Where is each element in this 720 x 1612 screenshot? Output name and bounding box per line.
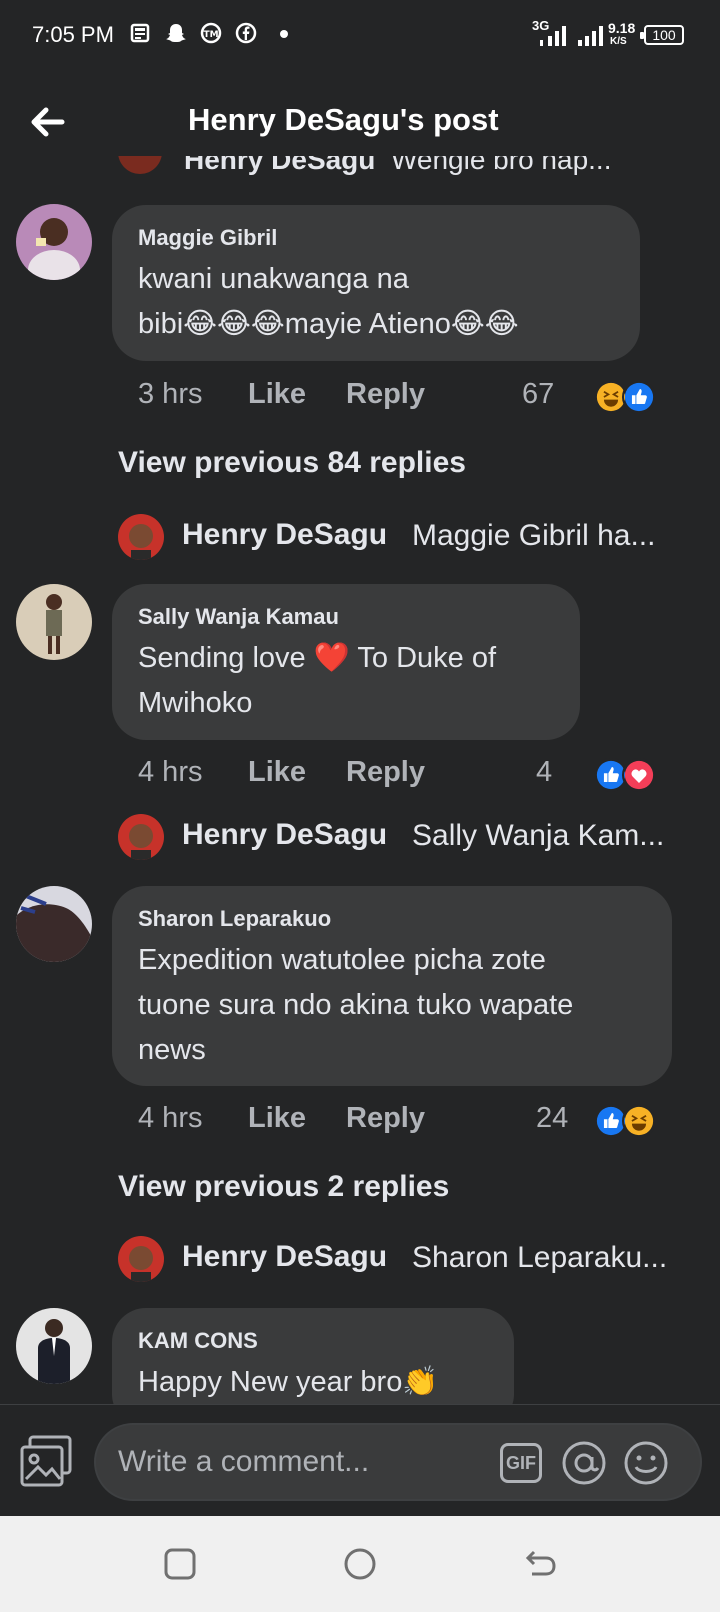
reply-preview[interactable]: Henry DeSagu Sally Wanja Kam... — [118, 814, 698, 862]
reply-text: Sharon Leparaku... — [412, 1241, 668, 1274]
home-icon[interactable] — [340, 1544, 380, 1584]
like-button[interactable]: Like — [248, 1102, 306, 1135]
comment-text: Happy New year bro👏 — [138, 1366, 439, 1398]
reply-author: Henry DeSagu — [182, 818, 388, 851]
svg-text:TM: TM — [203, 30, 218, 40]
reaction-count[interactable]: 67 — [522, 378, 554, 411]
reply-button[interactable]: Reply — [346, 756, 425, 789]
reply-author: Henry DeSagu Wengie bro hap... — [184, 156, 612, 175]
view-previous-replies[interactable]: View previous 84 replies — [118, 446, 466, 480]
news-icon — [130, 23, 150, 43]
snapchat-icon — [166, 24, 186, 42]
comment-text: Sending love ❤️ To Duke of Mwihoko — [138, 642, 497, 719]
comment-bubble[interactable]: Sally Wanja Kamau Sending love ❤️ To Duk… — [112, 584, 580, 740]
comment-bubble[interactable]: Maggie Gibril kwani unakwanga na bibi😂😂😂… — [112, 205, 640, 361]
reply-author: Henry DeSagu — [182, 1240, 388, 1273]
like-button[interactable]: Like — [248, 756, 306, 789]
like-reaction-icon — [622, 380, 656, 414]
avatar[interactable] — [16, 584, 92, 660]
signal-icon-2 — [578, 26, 603, 46]
system-nav-bar — [0, 1516, 720, 1612]
comment-time: 3 hrs — [138, 378, 203, 410]
messenger-icon: TM — [200, 22, 222, 44]
comment-meta: 4 hrs Like Reply 24 — [138, 1102, 698, 1142]
avatar[interactable] — [16, 204, 92, 280]
comment-author[interactable]: Maggie Gibril — [138, 225, 277, 251]
comment-author[interactable]: Sally Wanja Kamau — [138, 604, 339, 630]
status-bar: 7:05 PM TM 3G 9.18 K/S 100 — [0, 0, 720, 72]
haha-reaction-icon — [622, 1104, 656, 1138]
reply-preview[interactable]: Henry DeSagu Maggie Gibril ha... — [118, 514, 698, 562]
comment-input[interactable]: Write a comment... GIF — [94, 1423, 702, 1501]
comment-meta: 4 hrs Like Reply 4 — [138, 756, 698, 796]
emoji-icon[interactable] — [622, 1439, 670, 1487]
reply-button[interactable]: Reply — [346, 378, 425, 411]
avatar[interactable] — [118, 814, 164, 860]
dot-icon — [280, 30, 288, 38]
speed-unit: K/S — [610, 36, 627, 47]
comment-time: 4 hrs — [138, 1102, 203, 1134]
facebook-icon — [235, 22, 257, 44]
reply-text: Sally Wanja Kam... — [412, 819, 665, 852]
reaction-count[interactable]: 4 — [536, 756, 552, 789]
comment-time: 4 hrs — [138, 756, 203, 788]
comment-text: kwani unakwanga na bibi😂😂😂mayie Atieno😂😂 — [138, 263, 519, 340]
avatar[interactable] — [118, 1236, 164, 1282]
love-reaction-icon — [622, 758, 656, 792]
battery-indicator: 100 — [640, 25, 684, 45]
like-button[interactable]: Like — [248, 378, 306, 411]
view-previous-replies[interactable]: View previous 2 replies — [118, 1170, 449, 1204]
speed-value: 9.18 — [608, 20, 636, 36]
comment-author[interactable]: Sharon Leparakuo — [138, 906, 331, 932]
comment-text: Expedition watutolee picha zote tuone su… — [138, 944, 574, 1066]
recents-icon[interactable] — [160, 1544, 200, 1584]
comment-bubble[interactable]: Sharon Leparakuo Expedition watutolee pi… — [112, 886, 672, 1086]
avatar[interactable] — [16, 1308, 92, 1384]
back-nav-icon[interactable] — [520, 1544, 560, 1584]
reply-text: Maggie Gibril ha... — [412, 519, 656, 552]
avatar[interactable] — [118, 514, 164, 560]
comment-composer: Write a comment... GIF — [0, 1404, 720, 1517]
photo-icon[interactable] — [20, 1435, 74, 1487]
comment-placeholder: Write a comment... — [118, 1445, 370, 1478]
avatar[interactable] — [16, 886, 92, 962]
gif-button[interactable]: GIF — [500, 1443, 542, 1483]
reply-preview[interactable]: Henry DeSagu Sharon Leparaku... — [118, 1236, 698, 1284]
avatar[interactable] — [118, 156, 162, 174]
signal-icon-1 — [540, 26, 566, 46]
reply-author: Henry DeSagu — [182, 518, 388, 551]
back-arrow-icon[interactable] — [22, 98, 72, 148]
comment-meta: 3 hrs Like Reply 67 — [138, 378, 698, 418]
status-time: 7:05 PM — [32, 22, 114, 47]
comment-author[interactable]: KAM CONS — [138, 1328, 258, 1354]
cut-off-reply[interactable]: Henry DeSagu Wengie bro hap... — [118, 156, 698, 176]
page-title: Henry DeSagu's post — [188, 102, 499, 137]
reply-button[interactable]: Reply — [346, 1102, 425, 1135]
reaction-count[interactable]: 24 — [536, 1102, 568, 1135]
mention-icon[interactable] — [560, 1439, 608, 1487]
